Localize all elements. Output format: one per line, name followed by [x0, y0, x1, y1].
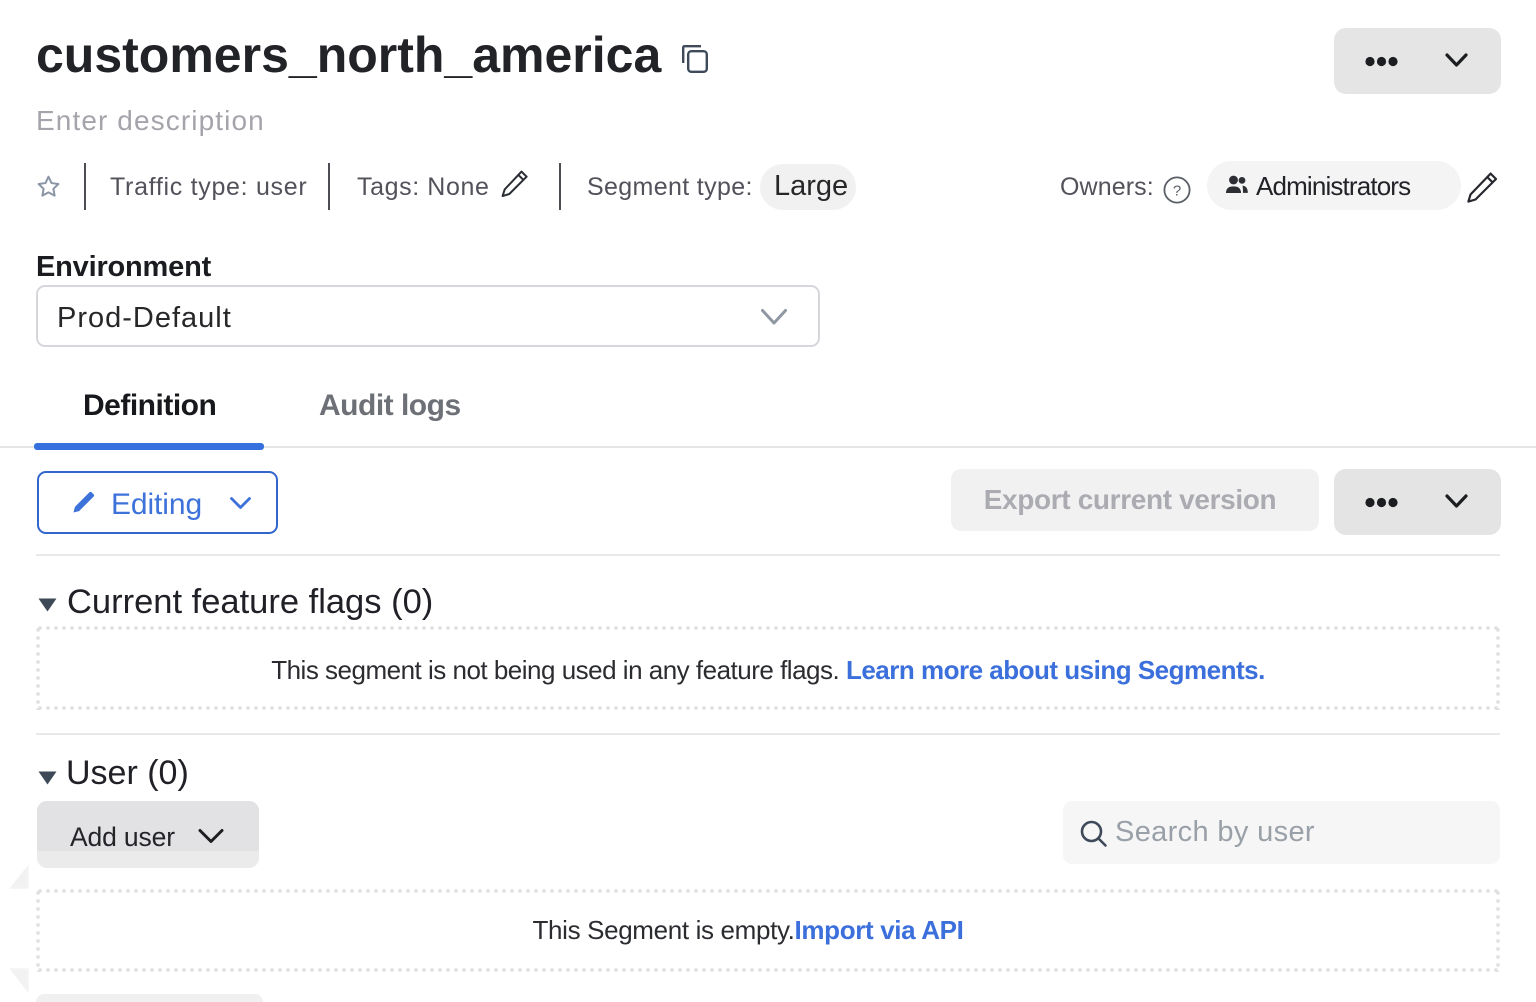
svg-text:?: ?: [1173, 182, 1181, 199]
